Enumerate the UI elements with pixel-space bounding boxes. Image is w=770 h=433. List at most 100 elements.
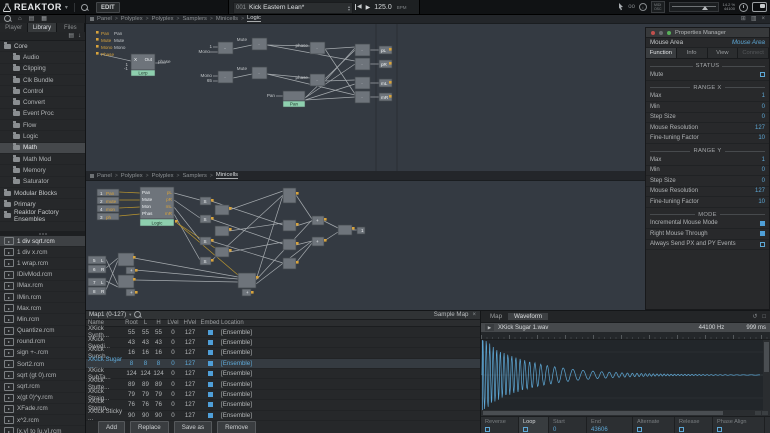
sample-root[interactable]: 8 xyxy=(124,360,139,367)
property-value[interactable]: 10 xyxy=(758,199,765,205)
alternate-checkbox[interactable] xyxy=(637,427,642,432)
sample-high[interactable]: 89 xyxy=(152,381,165,388)
release-checkbox[interactable] xyxy=(679,427,684,432)
breadcrumb-item[interactable]: >Polyplex xyxy=(143,16,174,22)
library-file-item[interactable]: ▸ Quantize.rcm xyxy=(0,326,85,337)
sample-root[interactable]: 90 xyxy=(124,412,139,419)
sample-row[interactable]: XKick Sugar ... 8 8 8 0 127 [Ensemble] xyxy=(85,359,480,369)
horizontal-scrollbar[interactable] xyxy=(481,410,770,416)
breadcrumb-label[interactable]: Polyplex xyxy=(121,16,143,22)
sample-row[interactable]: XKick Sunsh... 16 16 16 0 127 [Ensemble] xyxy=(85,348,480,358)
sidebar-tab[interactable]: Library xyxy=(28,23,56,32)
view-mode-icon[interactable]: ▤ xyxy=(68,32,74,40)
port-dot[interactable] xyxy=(96,45,99,48)
breadcrumb-item[interactable]: >Polyplex xyxy=(112,16,143,22)
loop-checkbox[interactable] xyxy=(523,427,528,432)
mode-checkbox[interactable] xyxy=(760,231,765,236)
property-value[interactable]: 1 xyxy=(762,93,765,99)
sample-high[interactable]: 90 xyxy=(152,412,165,419)
library-tree-item[interactable]: Math Mod xyxy=(0,154,85,165)
port-dot[interactable] xyxy=(175,220,178,223)
ensemble-field[interactable]: 001 Kick Eastern Lean* ▴ ▾ xyxy=(233,2,353,14)
library-file-item[interactable]: ▸ IMin.rcm xyxy=(0,292,85,303)
sample-lvel[interactable]: 0 xyxy=(165,391,181,398)
property-value[interactable]: 0 xyxy=(762,178,765,184)
close-icon[interactable]: × xyxy=(761,15,765,23)
zoom-out-button[interactable] xyxy=(755,411,761,415)
col-location[interactable]: Location xyxy=(221,320,480,326)
phase-align-checkbox[interactable] xyxy=(717,427,722,432)
sample-root[interactable]: 16 xyxy=(124,349,139,356)
embed-checkbox[interactable] xyxy=(208,361,213,366)
map-selector[interactable]: Map1 (0-127) xyxy=(89,311,126,318)
library-tree-item[interactable]: Clk Bundle xyxy=(0,75,85,86)
breadcrumb-item[interactable]: >Samplers xyxy=(174,16,207,22)
sample-lvel[interactable]: 0 xyxy=(165,370,181,377)
loop-end-value[interactable]: 43606 xyxy=(591,427,632,433)
breadcrumb-label[interactable]: Polyplex xyxy=(152,173,174,179)
sample-row[interactable]: XKick Swedi... 43 43 43 0 127 [Ensemble] xyxy=(85,338,480,348)
port-dot[interactable] xyxy=(389,62,392,65)
mouse-cursor-icon[interactable] xyxy=(618,3,624,11)
mute-checkbox[interactable] xyxy=(760,72,765,77)
sample-low[interactable]: 76 xyxy=(139,401,152,408)
breadcrumb-label[interactable]: Samplers xyxy=(182,173,206,179)
library-file-item[interactable]: ▸ 1 div sqrt.rcm xyxy=(0,236,85,247)
sample-high[interactable]: 124 xyxy=(152,370,165,377)
port-dot[interactable] xyxy=(352,227,355,230)
properties-tab[interactable]: Info xyxy=(677,48,708,58)
graph-node[interactable] xyxy=(118,253,134,266)
sample-hvel[interactable]: 127 xyxy=(181,391,199,398)
sample-hvel[interactable]: 127 xyxy=(181,370,199,377)
sample-high[interactable]: 16 xyxy=(152,349,165,356)
library-file-item[interactable]: ▸ sqrt.rcm xyxy=(0,381,85,392)
sample-low[interactable]: 124 xyxy=(139,370,152,377)
home-icon[interactable]: ⌂ xyxy=(18,15,22,23)
chevron-down-icon[interactable]: ▾ xyxy=(65,4,68,11)
sample-hvel[interactable]: 127 xyxy=(181,381,199,388)
edit-mode-button[interactable]: EDIT xyxy=(96,2,120,13)
library-file-item[interactable]: ▸ XFade.rcm xyxy=(0,404,85,415)
graph-node[interactable] xyxy=(215,205,229,215)
library-file-item[interactable]: ▸ IDivMod.rcm xyxy=(0,270,85,281)
library-tree-item[interactable]: Core xyxy=(0,41,85,52)
library-file-item[interactable]: ▸ IMax.rcm xyxy=(0,281,85,292)
clock-icon[interactable] xyxy=(739,3,748,12)
sample-lvel[interactable]: 0 xyxy=(165,360,181,367)
port-dot[interactable] xyxy=(389,48,392,51)
close-traffic-light[interactable] xyxy=(651,31,655,35)
sample-high[interactable]: 43 xyxy=(152,339,165,346)
mode-checkbox[interactable] xyxy=(760,221,765,226)
properties-tab[interactable]: View xyxy=(708,48,739,58)
search-icon[interactable] xyxy=(81,4,88,11)
embed-checkbox[interactable] xyxy=(208,392,213,397)
play-icon[interactable]: ▶ xyxy=(366,4,371,11)
sample-low[interactable]: 43 xyxy=(139,339,152,346)
port-dot[interactable] xyxy=(296,223,299,226)
library-tree-item[interactable]: Audio xyxy=(0,52,85,63)
graph-node[interactable] xyxy=(283,91,305,101)
tile-icon[interactable]: ▥ xyxy=(751,15,757,23)
tempo-value[interactable]: 125.0 xyxy=(374,4,392,11)
mode-checkbox[interactable] xyxy=(760,242,765,247)
sample-root[interactable]: 79 xyxy=(124,391,139,398)
sample-lvel[interactable]: 0 xyxy=(165,401,181,408)
port-dot[interactable] xyxy=(324,239,327,242)
port-dot[interactable] xyxy=(229,228,232,231)
port-dot[interactable] xyxy=(324,218,327,221)
library-tree-item[interactable]: Memory xyxy=(0,165,85,176)
sample-root[interactable]: 124 xyxy=(124,370,139,377)
sidebar-tab[interactable]: Player xyxy=(0,23,28,32)
library-file-item[interactable]: ▸ sign +-.rcm xyxy=(0,348,85,359)
property-value[interactable]: 127 xyxy=(755,125,765,131)
port-dot[interactable] xyxy=(229,207,232,210)
sample-low[interactable]: 89 xyxy=(139,381,152,388)
graph-node[interactable] xyxy=(283,188,296,203)
breadcrumb-item[interactable]: >Polyplex xyxy=(112,173,143,179)
box-icon[interactable]: □ xyxy=(762,313,766,321)
app-logo[interactable]: REAKTOR ▾ xyxy=(3,0,88,14)
port-dot[interactable] xyxy=(133,278,136,281)
sample-high[interactable]: 55 xyxy=(152,329,165,336)
port-dot[interactable] xyxy=(296,192,299,195)
preview-play-icon[interactable]: ▶ xyxy=(485,324,494,331)
